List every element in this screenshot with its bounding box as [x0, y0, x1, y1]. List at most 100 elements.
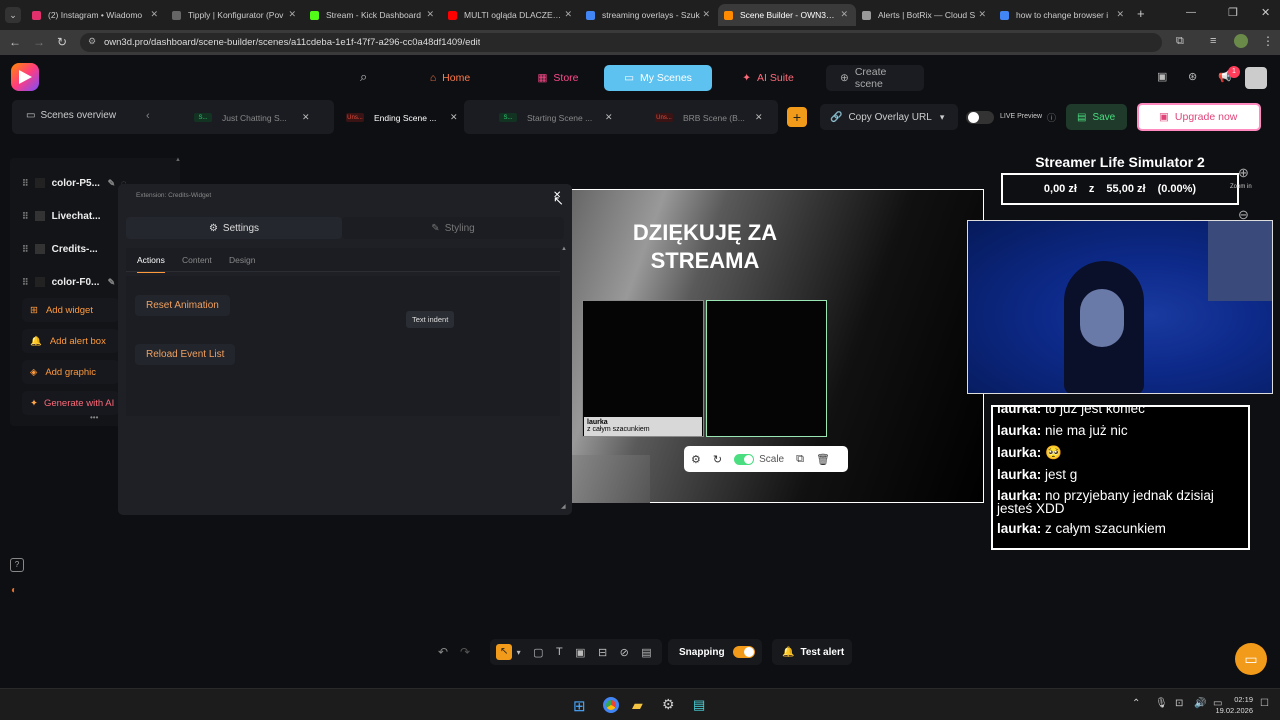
nav-my-scenes[interactable]: ▭ My Scenes	[604, 65, 712, 91]
file-explorer-icon[interactable]: ▰	[632, 697, 643, 714]
widget-tool-icon[interactable]: ▤	[641, 646, 651, 659]
browser-tab[interactable]: (2) Instagram • Wiadomo ✕	[26, 4, 166, 26]
monitor-icon[interactable]: ▣	[1157, 70, 1167, 83]
site-info-icon[interactable]: ⚙	[88, 36, 96, 47]
more-dots-icon[interactable]: •••	[90, 413, 98, 422]
browser-tab[interactable]: Tipply | Konfigurator (Pov ✕	[166, 4, 304, 26]
url-input[interactable]: ⚙ own3d.pro/dashboard/scene-builder/scen…	[80, 33, 1162, 52]
generate-with-ai-button[interactable]: ✦ Generate with AI	[22, 391, 119, 415]
tab-settings[interactable]: ⚙ Settings	[126, 217, 342, 239]
close-tab-icon[interactable]: ✕	[1116, 9, 1124, 20]
scenes-overview-link[interactable]: ▭ Scenes overview	[26, 110, 116, 121]
browser-tab[interactable]: how to change browser i ✕	[994, 4, 1132, 26]
create-scene-button[interactable]: ⊕ Create scene	[826, 65, 924, 91]
tray-chevron-icon[interactable]: ⌃	[1132, 698, 1140, 709]
close-tab-icon[interactable]: ✕	[702, 9, 710, 20]
rotate-icon[interactable]: ↻	[713, 453, 722, 466]
close-icon[interactable]: ✕	[302, 112, 310, 123]
help-icon[interactable]: ⓘ	[1047, 111, 1056, 124]
nav-ai-suite[interactable]: ✦ AI Suite	[728, 65, 808, 91]
notepad-icon[interactable]: ▤	[693, 697, 705, 713]
feedback-icon[interactable]: ◐	[11, 585, 17, 596]
redo-icon[interactable]: ↷	[460, 645, 470, 659]
zoom-in-icon[interactable]: ⊕	[1238, 165, 1249, 181]
test-alert-button[interactable]: 🔔 Test alert	[772, 639, 852, 665]
minimize-icon[interactable]: —	[1186, 7, 1196, 18]
scroll-up-icon[interactable]: ▲	[561, 246, 567, 252]
close-tab-icon[interactable]: ✕	[150, 9, 158, 20]
save-button[interactable]: ▤ Save	[1066, 104, 1127, 130]
text-tool-icon[interactable]: T	[556, 646, 563, 658]
rectangle-tool-icon[interactable]: ▢	[533, 646, 543, 659]
layer-item[interactable]: ⠿ Livechat...	[22, 206, 102, 226]
coin-icon[interactable]: ⊛	[1188, 70, 1197, 83]
microphone-icon[interactable]: 🎙	[1155, 698, 1168, 709]
snapping-control[interactable]: Snapping	[668, 639, 762, 665]
close-tab-icon[interactable]: ✕	[564, 9, 572, 20]
edit-icon[interactable]: ✎	[108, 178, 116, 189]
close-tab-icon[interactable]: ✕	[288, 9, 296, 20]
add-widget-button[interactable]: ⊞ Add widget	[22, 298, 119, 322]
profile-avatar[interactable]	[1234, 34, 1248, 48]
back-icon[interactable]: ←	[9, 35, 21, 49]
game-title[interactable]: Streamer Life Simulator 2	[1000, 154, 1240, 170]
subtab-actions[interactable]: Actions	[137, 255, 165, 273]
collapse-handle-icon[interactable]: ▲	[175, 157, 181, 163]
chevron-down-icon[interactable]: ▾	[517, 648, 521, 657]
scene-tab-starting-scene[interactable]: S... Starting Scene ... ✕	[487, 101, 637, 134]
snapping-toggle[interactable]	[732, 646, 755, 658]
add-scene-button[interactable]: +	[787, 107, 807, 127]
browser-tab-active[interactable]: Scene Builder - OWN3D P ✕	[718, 4, 856, 26]
webcam-feed[interactable]	[967, 220, 1273, 394]
browser-tab[interactable]: streaming overlays - Szuk ✕	[580, 4, 718, 26]
browser-tab[interactable]: MULTI ogląda DLACZEGO ✕	[442, 4, 580, 26]
tab-styling[interactable]: ✎ Styling	[342, 217, 564, 239]
upgrade-now-button[interactable]: ▣ Upgrade now	[1137, 103, 1261, 131]
add-graphic-button[interactable]: ◈ Add graphic	[22, 360, 119, 384]
game-app-icon[interactable]: ⚙	[662, 696, 675, 713]
forward-icon[interactable]: →	[33, 35, 45, 49]
reset-animation-button[interactable]: Reset Animation	[135, 295, 230, 316]
network-icon[interactable]: ⊡	[1175, 698, 1183, 709]
scene-tab-just-chatting[interactable]: S... Just Chatting S... ✕	[182, 101, 332, 134]
tab-search-icon[interactable]: ⌄	[5, 7, 21, 23]
nav-store[interactable]: ▦ Store	[518, 65, 598, 91]
browser-menu-icon[interactable]: ⋮	[1262, 34, 1274, 48]
reload-event-list-button[interactable]: Reload Event List	[135, 344, 236, 365]
support-chat-icon[interactable]: ▭	[1235, 643, 1267, 675]
close-tab-icon[interactable]: ✕	[978, 9, 986, 20]
maximize-icon[interactable]: ❐	[1228, 6, 1238, 19]
layer-item[interactable]: ⠿ Credits-...	[22, 239, 102, 259]
subtab-content[interactable]: Content	[182, 255, 212, 265]
extensions-icon[interactable]: ⧉	[1176, 35, 1184, 48]
close-icon[interactable]: ✕	[450, 112, 458, 123]
own3d-logo[interactable]	[11, 63, 39, 91]
browser-tab[interactable]: Stream - Kick Dashboard ✕	[304, 4, 442, 26]
edit-icon[interactable]: ✎	[108, 277, 116, 288]
resize-handle-icon[interactable]: ◢	[561, 503, 566, 510]
video-tool-icon[interactable]: ⊟	[598, 646, 607, 659]
reading-list-icon[interactable]: ≡	[1210, 35, 1216, 47]
live-preview-toggle[interactable]	[966, 111, 994, 124]
volume-icon[interactable]: 🔊	[1194, 698, 1206, 709]
delete-icon[interactable]: 🗑	[816, 453, 830, 466]
help-chat-icon[interactable]: ?	[10, 558, 24, 572]
add-alert-box-button[interactable]: 🔔 Add alert box	[22, 329, 119, 353]
chrome-icon[interactable]	[603, 697, 619, 713]
scale-toggle[interactable]	[734, 453, 755, 465]
chevron-left-icon[interactable]: ‹	[146, 110, 150, 122]
link-tool-icon[interactable]: ⊘	[620, 646, 629, 659]
subtab-design[interactable]: Design	[229, 255, 255, 265]
duplicate-icon[interactable]: ⧉	[796, 453, 804, 466]
scene-tab-brb-scene[interactable]: Uns... BRB Scene (B... ✕	[643, 101, 773, 134]
settings-icon[interactable]: ⚙	[691, 453, 701, 466]
thanks-title[interactable]: DZIĘKUJĘ ZA STREAMA	[600, 219, 810, 275]
close-icon[interactable]: ✕	[755, 112, 763, 123]
new-tab-icon[interactable]: +	[1137, 6, 1145, 21]
livechat-widget[interactable]: laurka: to już jest koniec laurka: nie m…	[991, 405, 1250, 550]
cam-box-right[interactable]	[706, 300, 827, 437]
layer-item[interactable]: ⠿ color-F0... ✎	[22, 272, 115, 292]
nav-home[interactable]: ⌂ Home	[408, 65, 492, 91]
undo-icon[interactable]: ↶	[438, 645, 448, 659]
donation-goal-widget[interactable]: 0,00 zł z 55,00 zł (0.00%)	[1001, 173, 1239, 205]
